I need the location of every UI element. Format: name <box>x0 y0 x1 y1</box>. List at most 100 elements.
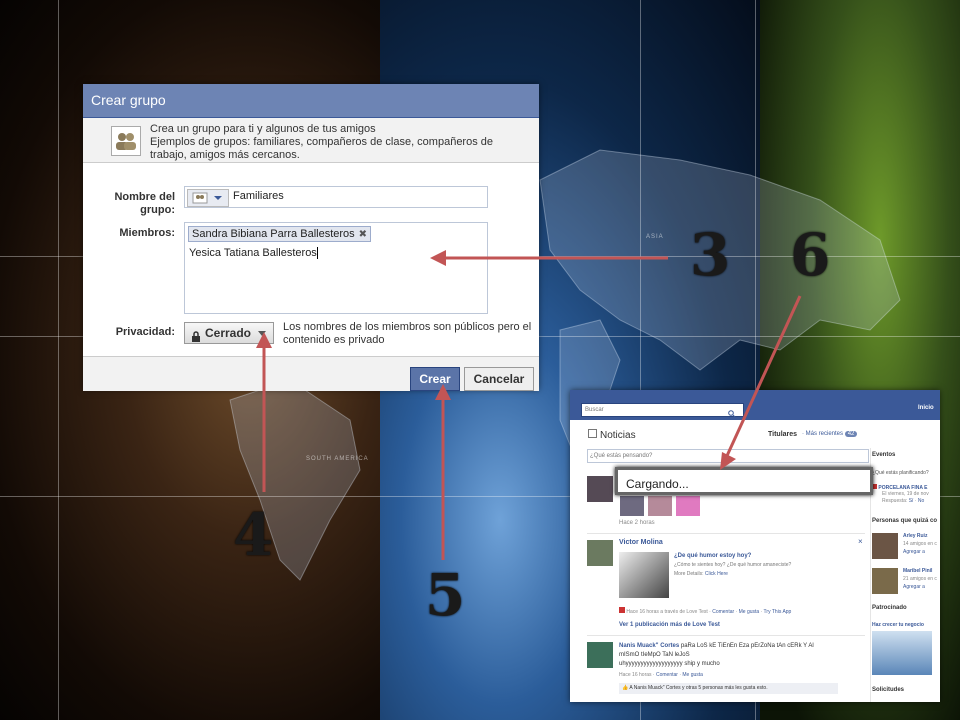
avatar[interactable] <box>587 476 613 502</box>
photo-thumbnail[interactable] <box>648 496 672 516</box>
divider <box>587 533 865 534</box>
member-token[interactable]: Sandra Bibiana Parra Ballesteros ✖ <box>188 226 372 242</box>
privacy-value: Cerrado <box>205 326 252 340</box>
avatar[interactable] <box>587 540 613 566</box>
post-author[interactable]: Victor Molina <box>619 539 663 546</box>
step-number-4: 4 <box>233 501 274 569</box>
more-details-label: More Details: <box>674 571 704 577</box>
facebook-feed-screenshot: Buscar Inicio Noticias Titulares · Más r… <box>570 390 940 702</box>
sidebar-ad-title[interactable]: Haz crecer tu negocio <box>872 622 924 628</box>
reply-no-link[interactable]: No <box>918 498 924 504</box>
post-meta-text: Hace 16 horas a través de Love Test <box>626 609 708 615</box>
comment-link[interactable]: Comentar <box>656 672 678 678</box>
step-number-5: 5 <box>425 561 466 629</box>
members-label: Miembros: <box>119 227 175 239</box>
try-app-link[interactable]: Try This App <box>764 609 792 615</box>
likes-summary-text: A Nanis Muack" Cortes y otras 5 personas… <box>629 685 768 691</box>
ad-image[interactable] <box>872 631 932 675</box>
sidebar-event-name[interactable]: PORCELANA FINA E <box>872 484 927 491</box>
light-streak <box>58 0 59 720</box>
recent-count-badge: 42 <box>844 431 858 437</box>
intro-line: Ejemplos de grupos: familiares, compañer… <box>150 136 494 148</box>
suggested-person-info: 21 amigos en c <box>903 576 937 582</box>
group-icon-selector[interactable] <box>187 189 229 207</box>
comment-link[interactable]: Comentar <box>712 609 734 615</box>
sidebar-events-prompt[interactable]: ¿Qué estás planificando? <box>872 470 929 476</box>
group-icon <box>111 126 141 156</box>
privacy-dropdown[interactable]: Cerrado <box>184 322 274 344</box>
loading-popup: Cargando... <box>615 467 873 495</box>
post-text: paRa LoS kE TiEnEn Eza pErZoNa tAn cERk … <box>680 643 814 649</box>
sidebar-people-heading: Personas que quizá co <box>872 518 938 524</box>
sidebar-requests-heading: Solicitudes <box>872 687 905 693</box>
like-icon: 👍 <box>622 685 629 691</box>
sidebar-event-reply: Respuesta: Sí · No <box>882 498 925 504</box>
suggested-person-info: 14 amigos en c <box>903 541 937 547</box>
fb-top-bar: Buscar Inicio <box>570 390 940 420</box>
group-name-label: Nombre del grupo: <box>85 191 175 217</box>
post-timestamp: Hace 2 horas <box>619 520 655 526</box>
sidebar-event-date: El viernes, 19 de nov <box>882 491 929 497</box>
close-icon[interactable]: × <box>858 537 863 546</box>
privacy-note-line: Los nombres de los miembros son públicos… <box>283 321 532 333</box>
intro-text: Crea un grupo para ti y algunos de tus a… <box>150 123 530 162</box>
dialog-footer: Crear Cancelar <box>83 356 539 391</box>
label-line: Nombre del <box>114 191 175 203</box>
group-icon <box>192 192 222 204</box>
app-icon <box>619 607 625 613</box>
members-field[interactable]: Sandra Bibiana Parra Ballesteros ✖ Yesica… <box>184 222 488 314</box>
suggested-person-name[interactable]: Arley Ruiz <box>903 533 927 539</box>
label-line: grupo: <box>140 204 175 216</box>
click-here-link[interactable]: Click Here <box>705 571 728 577</box>
search-icon[interactable] <box>728 405 736 423</box>
member-input-text: Yesica Tatiana Ballesteros <box>189 247 318 260</box>
suggested-person-name[interactable]: Maribel Pinil <box>903 568 932 574</box>
cancel-button[interactable]: Cancelar <box>464 367 534 391</box>
step-number-6: 6 <box>790 221 831 289</box>
nav-home-link[interactable]: Inicio <box>918 405 934 411</box>
remove-icon[interactable]: ✖ <box>359 229 367 240</box>
sort-recent-link[interactable]: · Más recientes 42 <box>802 431 858 437</box>
news-feed-title: Noticias <box>588 429 636 441</box>
privacy-note: Los nombres de los miembros son públicos… <box>283 321 533 347</box>
post-meta: Hace 16 horas a través de Love Test · Co… <box>619 607 791 615</box>
create-group-dialog: Crear grupo Crea un grupo para ti y algu… <box>83 84 539 391</box>
sidebar-sponsored-heading: Patrocinado <box>872 605 907 611</box>
news-feed-icon <box>588 429 597 438</box>
reply-yes-link[interactable]: Sí <box>909 498 914 504</box>
post-meta: Hace 16 horas · Comentar · Me gusta <box>619 672 703 678</box>
add-friend-link[interactable]: Agregar a <box>903 549 925 555</box>
photo-thumbnail[interactable] <box>620 496 644 516</box>
add-friend-link[interactable]: Agregar a <box>903 584 925 590</box>
group-name-value: Familiares <box>233 190 284 202</box>
intro-line: Crea un grupo para ti y algunos de tus a… <box>150 123 376 135</box>
news-feed-label: Noticias <box>600 430 636 441</box>
search-input[interactable]: Buscar <box>581 403 744 417</box>
app-description: ¿Cómo te sientes hoy? ¿De qué humor aman… <box>674 562 792 568</box>
post-meta-text: Hace 16 horas <box>619 672 652 678</box>
dialog-title: Crear grupo <box>83 84 539 118</box>
group-name-field[interactable]: Familiares <box>184 186 488 208</box>
avatar[interactable] <box>872 533 898 559</box>
post-body: Nanis Muack" Cortes paRa LoS kE TiEnEn E… <box>619 642 814 669</box>
map-label-asia: ASIA <box>646 234 664 240</box>
more-posts-link[interactable]: Ver 1 publicación más de Love Test <box>619 622 720 628</box>
post-author[interactable]: Nanis Muack" Cortes <box>619 643 679 649</box>
app-image[interactable] <box>619 552 669 598</box>
divider <box>587 635 865 636</box>
avatar[interactable] <box>872 568 898 594</box>
photo-thumbnail[interactable] <box>676 496 700 516</box>
status-input[interactable]: ¿Qué estás pensando? <box>587 449 869 463</box>
like-link[interactable]: Me gusta <box>682 672 703 678</box>
member-token-label: Sandra Bibiana Parra Ballesteros <box>192 228 355 240</box>
dialog-intro: Crea un grupo para ti y algunos de tus a… <box>83 118 539 163</box>
like-link[interactable]: Me gusta <box>739 609 760 615</box>
sort-top-link[interactable]: Titulares <box>768 431 797 438</box>
create-button[interactable]: Crear <box>410 367 460 391</box>
privacy-note-line: contenido es privado <box>283 334 385 346</box>
avatar[interactable] <box>587 642 613 668</box>
map-label-south-america: SOUTH AMERICA <box>306 456 369 462</box>
app-title[interactable]: ¿De qué humor estoy hoy? <box>674 553 751 559</box>
app-more-details: More Details: Click Here <box>674 571 728 577</box>
member-typing-value: Yesica Tatiana Ballesteros <box>189 247 317 259</box>
